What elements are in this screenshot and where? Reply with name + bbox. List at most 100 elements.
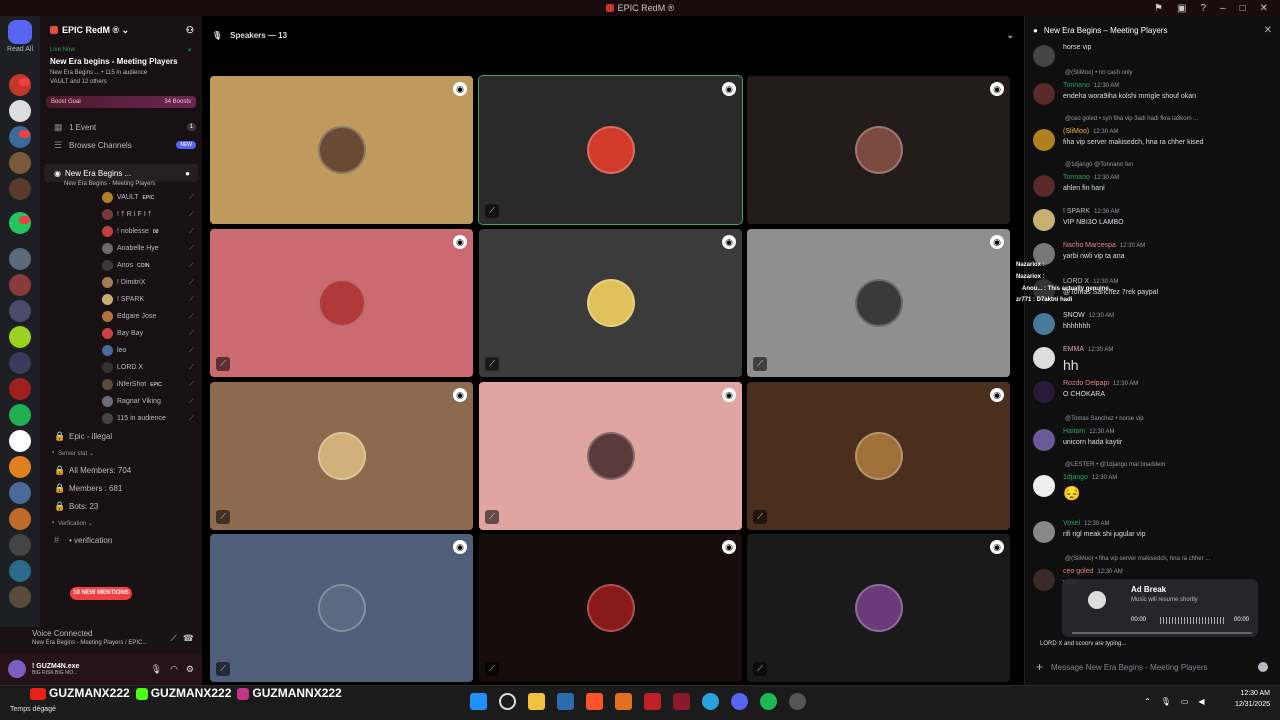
server-icon[interactable] <box>9 534 31 556</box>
close-icon[interactable]: ✕ <box>1264 25 1272 36</box>
tile-options-icon[interactable]: ◉ <box>453 540 467 554</box>
server-icon[interactable] <box>9 274 31 296</box>
gear-icon[interactable]: ⚙ <box>186 664 194 675</box>
speaker-tile[interactable]: ◉ ⟋ <box>479 229 742 377</box>
noise-suppression-icon[interactable]: ⟋ <box>170 633 176 644</box>
search-icon[interactable] <box>499 693 516 710</box>
tile-options-icon[interactable]: ◉ <box>722 82 736 96</box>
browse-channels-row[interactable]: ☰ Browse Channels NEW <box>40 136 202 154</box>
window-icon[interactable]: ▣ <box>1177 3 1186 14</box>
spotify-icon[interactable] <box>760 693 777 710</box>
reply-preview[interactable]: @ceo goled • syn fiha vip 3adi hadi fkra… <box>1065 116 1198 122</box>
speaker-tile[interactable]: ◉ ⟋ <box>478 75 743 225</box>
channel-row[interactable]: 🔒 Members : 681 <box>40 479 202 497</box>
avatar[interactable] <box>1033 313 1055 335</box>
voice-user[interactable]: ! DimitriX ⟋ <box>40 274 202 291</box>
app-icon[interactable] <box>615 693 632 710</box>
avatar[interactable] <box>1033 569 1055 591</box>
chevron-down-icon[interactable]: ⌄ <box>1006 30 1014 41</box>
speaker-tile[interactable]: ◉ ⟋ <box>210 229 473 377</box>
voice-user[interactable]: Bay Bay ⟋ <box>40 325 202 342</box>
app-icon[interactable] <box>673 693 690 710</box>
server-icon[interactable] <box>9 100 31 122</box>
avatar[interactable] <box>1033 209 1055 231</box>
server-icon[interactable] <box>9 326 31 348</box>
headphones-icon[interactable]: ◠ <box>170 664 178 675</box>
message-author[interactable]: Tonnano <box>1063 174 1090 181</box>
speaker-tile[interactable]: ◉ ⟋ <box>747 229 1010 377</box>
mic-icon[interactable]: 🎙 <box>151 664 162 675</box>
voice-user[interactable]: VAULT EPIC ⟋ <box>40 189 202 206</box>
avatar[interactable] <box>1033 45 1055 67</box>
channel-row[interactable]: # • verification <box>40 531 202 549</box>
reply-preview[interactable]: @Tomas Sanchez • horse vip <box>1065 416 1144 422</box>
chevron-up-icon[interactable]: ⌃ <box>1144 697 1151 706</box>
server-icon[interactable] <box>9 482 31 504</box>
avatar[interactable] <box>1033 429 1055 451</box>
voice-user[interactable]: 115 in audience ⟋ <box>40 410 202 427</box>
file-explorer-icon[interactable] <box>528 693 545 710</box>
app-icon[interactable] <box>789 693 806 710</box>
server-icon[interactable] <box>9 178 31 200</box>
maximize-button[interactable]: □ <box>1240 3 1246 14</box>
clock[interactable]: 12:30 AM 12/31/2025 <box>1235 688 1270 710</box>
mic-icon[interactable]: 🎙 <box>1161 697 1171 706</box>
new-mentions-pill[interactable]: 10 NEW MENTIONS <box>70 587 132 600</box>
chat-icon[interactable]: ● <box>185 169 190 178</box>
tile-options-icon[interactable]: ◉ <box>722 235 736 249</box>
minimize-button[interactable]: – <box>1220 3 1226 14</box>
speaker-tile[interactable]: ◉ ⟋ <box>747 382 1010 530</box>
speaker-tile[interactable]: ◉ <box>747 76 1010 224</box>
message-author[interactable]: Tonnano <box>1063 82 1090 89</box>
avatar[interactable] <box>1033 83 1055 105</box>
speaker-tile[interactable]: ◉ ⟋ <box>479 382 742 530</box>
stage-channel-row[interactable]: ◉ New Era Begins ... ● <box>44 164 198 182</box>
message-author[interactable]: Haitam <box>1063 428 1085 435</box>
server-icon[interactable] <box>9 352 31 374</box>
server-icon[interactable] <box>9 508 31 530</box>
read-all-label[interactable]: Read All <box>0 46 40 53</box>
category-row[interactable]: ▪ Server stat ⌄ <box>40 445 202 461</box>
channel-row[interactable]: 🔒 All Members: 704 <box>40 461 202 479</box>
speaker-tile[interactable]: ◉ ⟋ <box>747 534 1010 682</box>
disconnect-icon[interactable]: ☎ <box>183 633 194 644</box>
tile-options-icon[interactable]: ◉ <box>990 540 1004 554</box>
store-icon[interactable] <box>557 693 574 710</box>
tile-options-icon[interactable]: ◉ <box>722 388 736 402</box>
discord-home-button[interactable] <box>8 20 32 44</box>
voice-user[interactable]: leo ⟋ <box>40 342 202 359</box>
message-author[interactable]: LORD X <box>1063 278 1089 285</box>
message-author[interactable]: ceo goled <box>1063 568 1093 575</box>
voice-user[interactable]: Ragnar Viking ⟋ <box>40 393 202 410</box>
weather-widget[interactable]: Temps dégagé <box>10 706 56 713</box>
reply-preview[interactable]: @LESTER • @1django mal bnaddem <box>1065 462 1165 468</box>
message-input[interactable]: Message New Era Begins - Meeting Players <box>1051 663 1208 672</box>
message-author[interactable]: Nacho Marcespa <box>1063 242 1116 249</box>
tile-options-icon[interactable]: ◉ <box>453 388 467 402</box>
server-icon[interactable] <box>9 248 31 270</box>
events-row[interactable]: ▦ 1 Event 1 <box>40 118 202 136</box>
avatar[interactable] <box>1033 475 1055 497</box>
avatar[interactable] <box>1033 347 1055 369</box>
channel-row[interactable]: 🔒 Epic - illegal <box>40 427 202 445</box>
server-icon[interactable] <box>9 378 31 400</box>
avatar[interactable] <box>1033 175 1055 197</box>
plus-icon[interactable]: + <box>1036 660 1043 674</box>
windows-start-icon[interactable] <box>470 693 487 710</box>
display-icon[interactable]: ▭ <box>1181 697 1189 706</box>
avatar[interactable] <box>1033 521 1055 543</box>
telegram-icon[interactable] <box>702 693 719 710</box>
boost-goal-bar[interactable]: Boost Goal 34 Boosts <box>46 96 196 108</box>
message-author[interactable]: Rozdo Delpapi <box>1063 380 1109 387</box>
emoji-icon[interactable] <box>1258 662 1268 672</box>
reply-preview[interactable]: @(SliMoo) • nn cash only <box>1065 70 1133 76</box>
avatar[interactable] <box>1033 381 1055 403</box>
discord-icon[interactable] <box>731 693 748 710</box>
close-icon[interactable]: ✕ <box>187 47 192 54</box>
speaker-tile[interactable]: ◉ ⟋ <box>479 534 742 682</box>
live-stage-card[interactable]: Live Now ✕ New Era begins - Meeting Playe… <box>46 44 196 88</box>
reply-preview[interactable]: @(SliMoo) • fiha vip server makisedch, h… <box>1065 556 1210 562</box>
voice-user[interactable]: LORD X ⟋ <box>40 359 202 376</box>
tile-options-icon[interactable]: ◉ <box>990 235 1004 249</box>
server-icon[interactable] <box>9 152 31 174</box>
